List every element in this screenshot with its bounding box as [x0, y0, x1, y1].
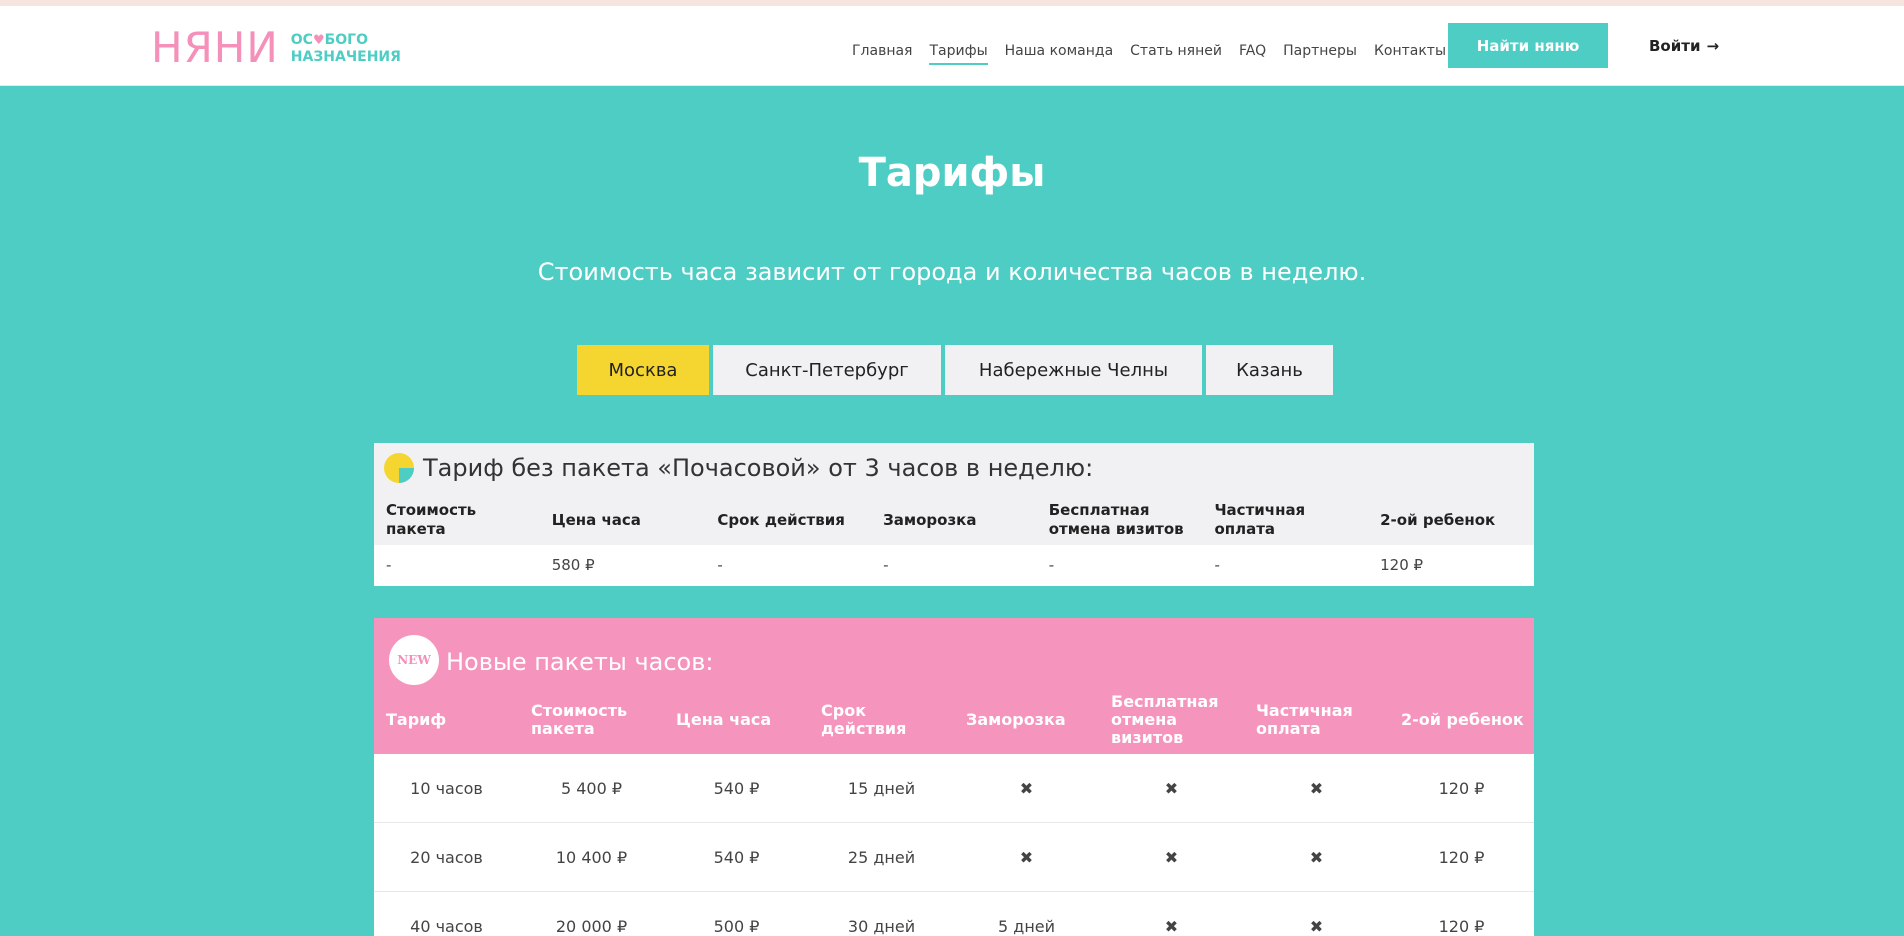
- table-cell: 120 ₽: [1438, 916, 1485, 936]
- column-header: Тариф: [386, 710, 447, 729]
- table-cell: 500 ₽: [713, 916, 760, 936]
- table-cell: -: [883, 556, 889, 574]
- nav-item-tariffs[interactable]: Тарифы: [929, 37, 988, 65]
- logo[interactable]: НЯНИ ОС♥БОГО НАЗНАЧЕНИЯ: [151, 24, 401, 72]
- logo-sub-text: ОС♥БОГО НАЗНАЧЕНИЯ: [290, 31, 401, 65]
- cross-icon: ✖: [1164, 916, 1179, 936]
- column-header: Стоимость пакета: [386, 501, 477, 538]
- column-header: Цена часа: [676, 710, 772, 729]
- tab-kazan[interactable]: Казань: [1206, 345, 1333, 395]
- tab-saint-petersburg[interactable]: Санкт-Петербург: [713, 345, 941, 395]
- packages-card: NEW Новые пакеты часов: Тариф Стоимость …: [374, 618, 1534, 936]
- column-header: Заморозка: [966, 710, 1066, 729]
- packages-table-body: 10 часов 5 400 ₽ 540 ₽ 15 дней ✖ ✖ ✖ 120…: [374, 754, 1534, 936]
- table-cell: 5 дней: [997, 916, 1056, 936]
- cross-icon: ✖: [1309, 847, 1324, 867]
- table-cell: 120 ₽: [1438, 778, 1485, 798]
- hourly-tariff-card: Тариф без пакета «Почасовой» от 3 часов …: [374, 443, 1534, 586]
- cross-icon: ✖: [1019, 847, 1034, 867]
- table-cell: -: [386, 556, 392, 574]
- column-header: Цена часа: [551, 510, 641, 529]
- new-badge-icon: NEW: [389, 635, 439, 685]
- column-header: Частичная оплата: [1256, 701, 1353, 738]
- table-row: 10 часов 5 400 ₽ 540 ₽ 15 дней ✖ ✖ ✖ 120…: [374, 754, 1534, 823]
- hourly-tariff-header: Тариф без пакета «Почасовой» от 3 часов …: [384, 453, 1093, 483]
- tab-moscow[interactable]: Москва: [577, 345, 709, 395]
- column-header: 2-ой ребенок: [1401, 710, 1524, 729]
- table-cell: 580 ₽: [551, 556, 595, 574]
- table-row: 40 часов 20 000 ₽ 500 ₽ 30 дней 5 дней ✖…: [374, 892, 1534, 936]
- cross-icon: ✖: [1164, 847, 1179, 867]
- hourly-table-row: - 580 ₽ - - - - 120 ₽: [374, 545, 1534, 586]
- table-cell: 30 дней: [847, 916, 916, 936]
- login-link[interactable]: Войти →: [1649, 34, 1719, 58]
- column-header: Бесплатная отмена визитов: [1111, 692, 1219, 747]
- main-nav: Главная Тарифы Наша команда Стать няней …: [852, 29, 1463, 73]
- table-cell: -: [1048, 556, 1055, 574]
- column-header: Частичная оплата: [1214, 501, 1306, 538]
- nav-item-become-nanny[interactable]: Стать няней: [1130, 37, 1222, 65]
- column-header: Срок действия: [717, 510, 845, 529]
- column-header: Стоимость пакета: [531, 701, 628, 738]
- hourly-table-header: Стоимость пакета Цена часа Срок действия…: [374, 495, 1534, 545]
- table-cell: -: [1214, 556, 1220, 574]
- table-cell: 10 часов: [410, 778, 483, 798]
- table-cell: 25 дней: [847, 847, 916, 867]
- table-cell: 5 400 ₽: [560, 778, 623, 798]
- table-cell: -: [717, 556, 723, 574]
- nav-item-team[interactable]: Наша команда: [1005, 37, 1114, 65]
- arrow-right-icon: →: [1706, 37, 1720, 55]
- packages-table-header: Тариф Стоимость пакета Цена часа Срок де…: [374, 690, 1534, 750]
- page-title: Тарифы: [858, 150, 1046, 196]
- packages-header: NEW Новые пакеты часов: Тариф Стоимость …: [374, 618, 1534, 754]
- table-cell: 120 ₽: [1438, 847, 1485, 867]
- column-header: 2-ой ребенок: [1380, 510, 1496, 529]
- page-subtitle: Стоимость часа зависит от города и колич…: [537, 258, 1367, 286]
- table-cell: 20 часов: [410, 847, 483, 867]
- cross-icon: ✖: [1309, 916, 1324, 936]
- column-header: Бесплатная отмена визитов: [1048, 501, 1184, 538]
- tab-naberezhnye-chelny[interactable]: Набережные Челны: [945, 345, 1202, 395]
- table-row: 20 часов 10 400 ₽ 540 ₽ 25 дней ✖ ✖ ✖ 12…: [374, 823, 1534, 892]
- nav-item-partners[interactable]: Партнеры: [1283, 37, 1357, 65]
- table-cell: 15 дней: [847, 778, 916, 798]
- nav-item-faq[interactable]: FAQ: [1239, 37, 1266, 65]
- find-nanny-button[interactable]: Найти няню: [1448, 23, 1608, 68]
- cross-icon: ✖: [1164, 778, 1179, 798]
- table-cell: 540 ₽: [713, 847, 760, 867]
- cross-icon: ✖: [1019, 778, 1034, 798]
- site-header: НЯНИ ОС♥БОГО НАЗНАЧЕНИЯ Главная Тарифы Н…: [0, 6, 1904, 86]
- login-label: Войти: [1649, 37, 1701, 55]
- logo-main-text: НЯНИ: [151, 23, 279, 72]
- nav-item-contacts[interactable]: Контакты: [1374, 37, 1446, 65]
- heart-icon: ♥: [312, 32, 325, 48]
- column-header: Заморозка: [883, 510, 977, 529]
- table-cell: 20 000 ₽: [555, 916, 628, 936]
- table-cell: 40 часов: [410, 916, 483, 936]
- table-cell: 10 400 ₽: [555, 847, 628, 867]
- column-header: Срок действия: [821, 701, 907, 738]
- nav-item-home[interactable]: Главная: [852, 37, 912, 65]
- hourly-tariff-title: Тариф без пакета «Почасовой» от 3 часов …: [423, 454, 1094, 482]
- table-cell: 540 ₽: [713, 778, 760, 798]
- pie-chart-icon: [384, 453, 414, 483]
- city-tabs: Москва Санкт-Петербург Набережные Челны …: [577, 345, 1337, 395]
- table-cell: 120 ₽: [1380, 556, 1424, 574]
- packages-title: Новые пакеты часов:: [446, 648, 714, 676]
- cross-icon: ✖: [1309, 778, 1324, 798]
